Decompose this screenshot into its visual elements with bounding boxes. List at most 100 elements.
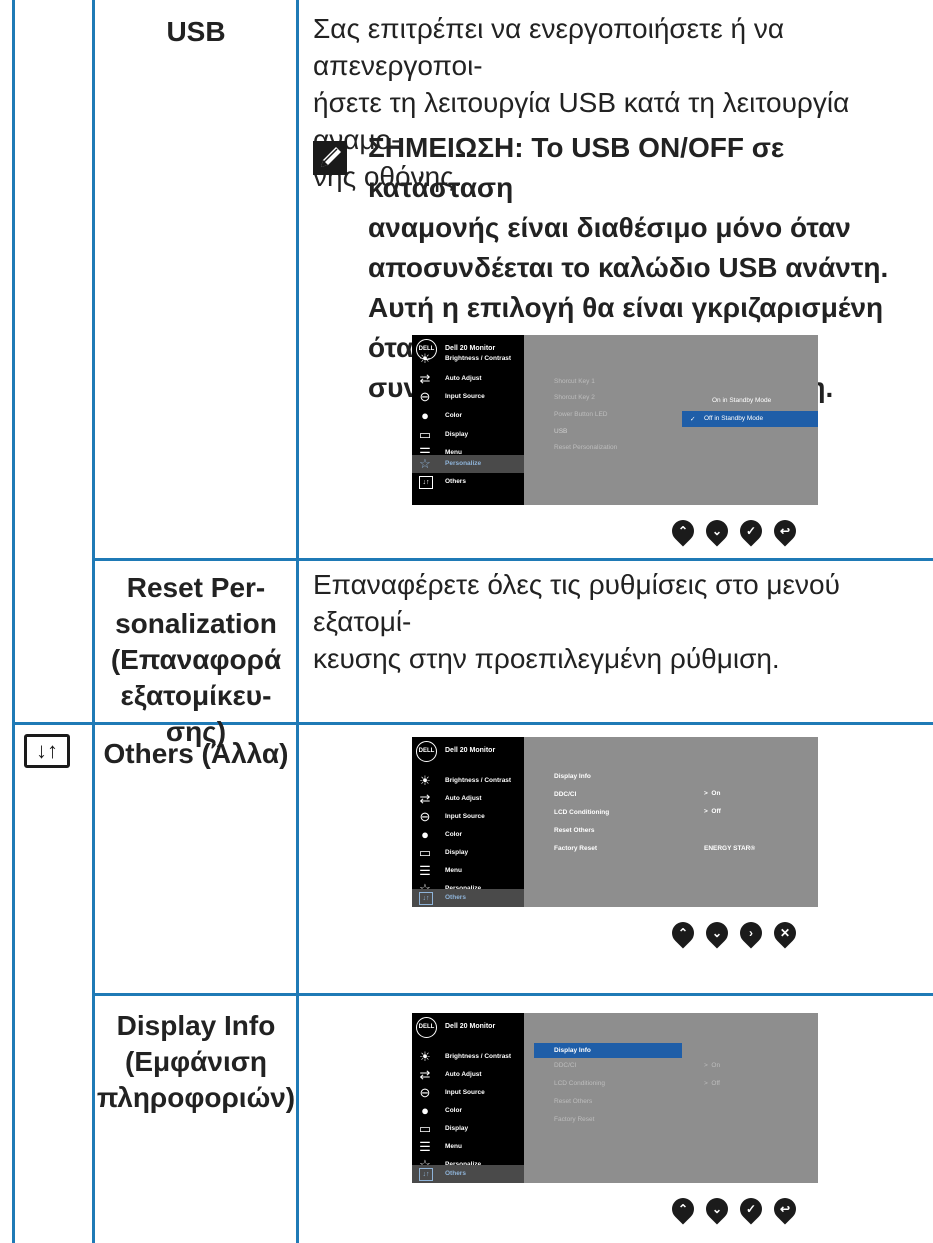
osd-item-factory-reset[interactable]: Factory Reset (554, 845, 597, 852)
down-button[interactable]: ⌄ (701, 1193, 733, 1225)
down-arrow-icon: ⌄ (711, 524, 723, 538)
chevron-right-icon: › (749, 926, 753, 940)
osd-menu-color[interactable]: ● Color (412, 1102, 524, 1120)
osd-menu-brightness[interactable]: ☀ Brightness / Contrast (412, 350, 524, 368)
check-icon: ✓ (690, 416, 696, 423)
down-button[interactable]: ⌄ (701, 917, 733, 949)
up-button[interactable]: ⌃ (667, 515, 699, 547)
osd-menu-display[interactable]: ▭ Display (412, 426, 524, 444)
chevron-right-icon: > (704, 1080, 708, 1087)
osd-menu-display[interactable]: ▭ Display (412, 844, 524, 862)
osd-option-on-standby[interactable]: On in Standby Mode (682, 393, 818, 409)
star-icon: ☆ (419, 456, 431, 471)
osd-item-usb[interactable]: USB (554, 428, 567, 435)
down-arrow-icon: ⌄ (711, 1202, 723, 1216)
auto-adjust-icon: ⇄ (419, 371, 431, 386)
osd-menu-others[interactable]: ↓↑ Others (412, 1165, 524, 1183)
osd-menu-display[interactable]: ▭ Display (412, 1120, 524, 1138)
input-source-icon: ⊖ (419, 809, 431, 824)
back-icon: ↩ (779, 1202, 791, 1216)
exit-button[interactable]: ✕ (769, 917, 801, 949)
sun-icon: ☀ (419, 351, 431, 366)
others-icon: ↓↑ (419, 892, 433, 905)
osd-item-ddc-ci[interactable]: DDC/CI (554, 791, 576, 798)
ddc-ci-value: > On (704, 1062, 721, 1069)
down-arrow-icon: ⌄ (711, 926, 723, 940)
right-button[interactable]: › (735, 917, 767, 949)
osd-menu-auto-adjust[interactable]: ⇄ Auto Adjust (412, 790, 524, 808)
osd-buttons: ⌃ ⌄ › ✕ (667, 917, 818, 949)
osd-others-menu: DELL Dell 20 Monitor ☀ Brightness / Contr… (412, 737, 818, 907)
lcd-conditioning-value: > Off (704, 808, 721, 815)
display-icon: ▭ (418, 1121, 432, 1136)
osd-buttons: ⌃ ⌄ ✓ ↩ (667, 1193, 818, 1225)
osd-item-lcd-conditioning[interactable]: LCD Conditioning (554, 809, 609, 816)
ddc-ci-value: > On (704, 790, 721, 797)
up-arrow-icon: ⌃ (677, 524, 689, 538)
osd-menu-input-source[interactable]: ⊖ Input Source (412, 808, 524, 826)
osd-item-power-button-led[interactable]: Power Button LED (554, 411, 607, 418)
display-icon: ▭ (418, 427, 432, 442)
osd-menu-brightness[interactable]: ☀ Brightness / Contrast (412, 1048, 524, 1066)
osd-option-off-standby[interactable]: ✓ Off in Standby Mode (682, 411, 818, 427)
up-arrow-icon: ⌃ (677, 926, 689, 940)
menu-icon: ☰ (419, 863, 431, 878)
osd-menu-input-source[interactable]: ⊖ Input Source (412, 1084, 524, 1102)
chevron-right-icon: > (704, 1062, 708, 1069)
back-icon: ↩ (779, 524, 791, 538)
osd-item-reset-personalization[interactable]: Reset Personalization (554, 444, 617, 451)
color-drop-icon: ● (421, 827, 429, 842)
osd-buttons: ⌃ ⌄ ✓ ↩ (667, 515, 818, 547)
osd-display-info-menu: DELL Dell 20 Monitor ☀ Brightness / Contr… (412, 1013, 818, 1183)
note-pencil-icon (313, 141, 347, 175)
ok-button[interactable]: ✓ (735, 515, 767, 547)
osd-menu-others[interactable]: ↓↑ Others (412, 473, 524, 491)
chevron-right-icon: > (704, 808, 708, 815)
ok-button[interactable]: ✓ (735, 1193, 767, 1225)
row-divider (92, 993, 933, 996)
others-label: Others (Άλλα) (103, 738, 289, 769)
input-source-icon: ⊖ (419, 1085, 431, 1100)
close-icon: ✕ (779, 926, 791, 940)
osd-item-display-info[interactable]: Display Info (554, 773, 591, 780)
back-button[interactable]: ↩ (769, 515, 801, 547)
osd-item-reset-others[interactable]: Reset Others (554, 1098, 592, 1105)
osd-menu-brightness[interactable]: ☀ Brightness / Contrast (412, 772, 524, 790)
osd-item-shortcut-key-1[interactable]: Shorcut Key 1 (554, 378, 595, 385)
table-border-col2 (296, 0, 299, 1243)
sun-icon: ☀ (419, 773, 431, 788)
up-button[interactable]: ⌃ (667, 917, 699, 949)
down-button[interactable]: ⌄ (701, 515, 733, 547)
chevron-right-icon: > (704, 790, 708, 797)
back-button[interactable]: ↩ (769, 1193, 801, 1225)
color-drop-icon: ● (421, 1103, 429, 1118)
osd-menu-personalize[interactable]: ☆Personalize (412, 455, 524, 473)
osd-item-lcd-conditioning[interactable]: LCD Conditioning (554, 1080, 605, 1087)
osd-menu-auto-adjust[interactable]: ⇄ Auto Adjust (412, 1066, 524, 1084)
osd-item-shortcut-key-2[interactable]: Shorcut Key 2 (554, 394, 595, 401)
menu-icon: ☰ (419, 1139, 431, 1154)
osd-item-display-info[interactable]: Display Info (534, 1043, 682, 1058)
osd-item-reset-others[interactable]: Reset Others (554, 827, 594, 834)
others-icon: ↓↑ (419, 1168, 433, 1181)
osd-menu-others[interactable]: ↓↑ Others (412, 889, 524, 907)
table-border-col1 (92, 0, 95, 1243)
osd-menu-menu[interactable]: ☰ Menu (412, 862, 524, 880)
sun-icon: ☀ (419, 1049, 431, 1064)
dell-logo: DELL (416, 1017, 437, 1038)
row-divider (92, 558, 933, 561)
auto-adjust-icon: ⇄ (419, 791, 431, 806)
others-icon: ↓↑ (419, 476, 433, 489)
osd-menu-color[interactable]: ● Color (412, 826, 524, 844)
input-source-icon: ⊖ (419, 389, 431, 404)
check-icon: ✓ (745, 1202, 757, 1216)
osd-menu-input-source[interactable]: ⊖ Input Source (412, 388, 524, 406)
osd-item-ddc-ci[interactable]: DDC/CI (554, 1062, 576, 1069)
lcd-conditioning-value: > Off (704, 1080, 720, 1087)
osd-item-factory-reset[interactable]: Factory Reset (554, 1116, 594, 1123)
osd-title: Dell 20 Monitor (445, 1023, 496, 1030)
osd-menu-menu[interactable]: ☰ Menu (412, 1138, 524, 1156)
osd-menu-auto-adjust[interactable]: ⇄ Auto Adjust (412, 370, 524, 388)
osd-menu-color[interactable]: ● Color (412, 407, 524, 425)
up-button[interactable]: ⌃ (667, 1193, 699, 1225)
